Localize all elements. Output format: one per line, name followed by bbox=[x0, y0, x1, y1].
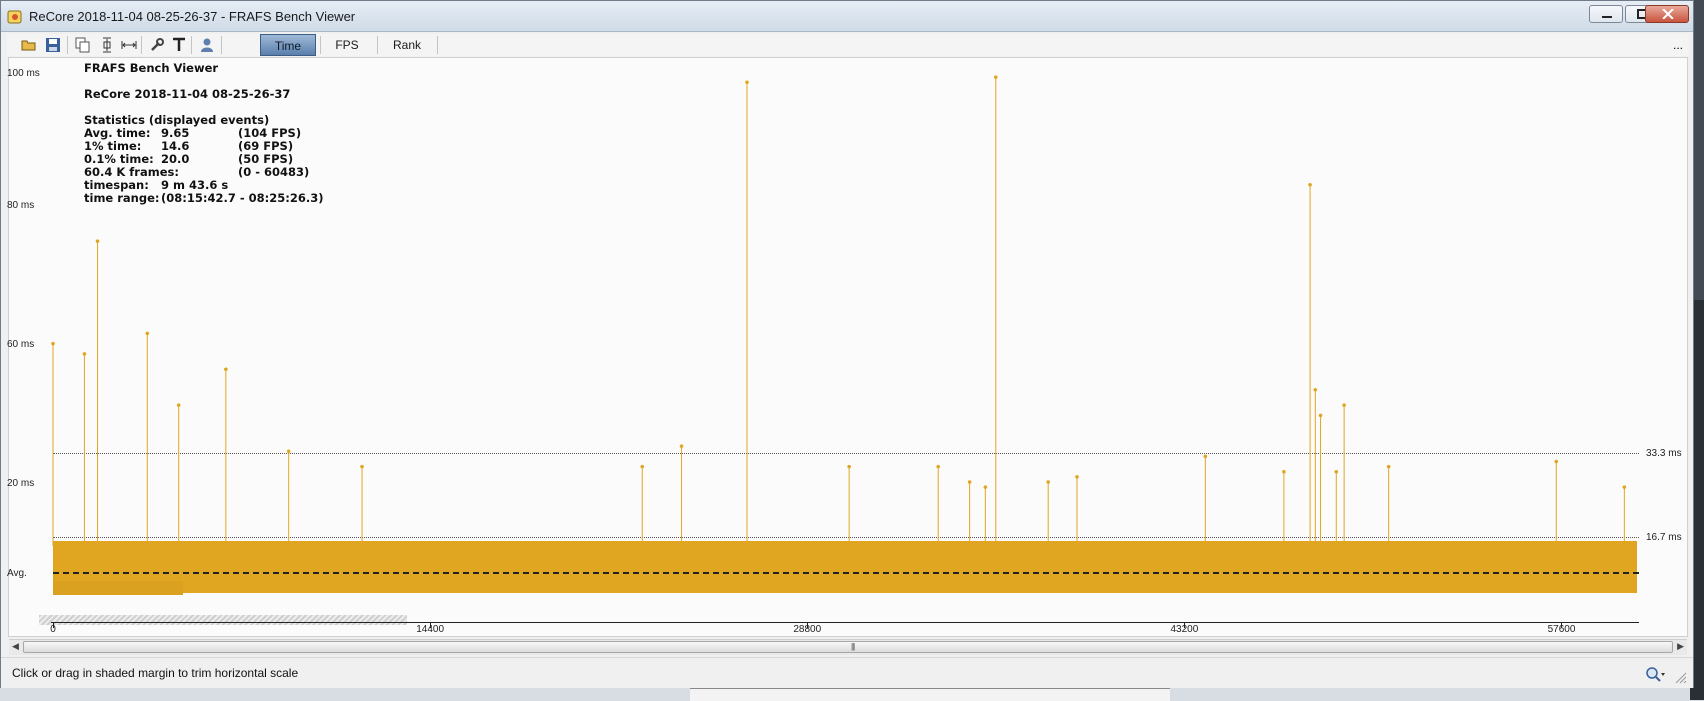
spike-point bbox=[176, 403, 181, 407]
app-window: ReCore 2018-11-04 08-25-26-37 - FRAFS Be… bbox=[0, 0, 1694, 688]
x-tick-label: 0 bbox=[50, 624, 56, 635]
zoom-icon[interactable] bbox=[1645, 666, 1665, 682]
spike-point bbox=[82, 352, 87, 356]
resize-grip-icon[interactable] bbox=[1675, 672, 1687, 684]
spike-point bbox=[360, 464, 364, 469]
scroll-left-icon[interactable]: ◀ bbox=[12, 641, 19, 652]
spike-point bbox=[640, 464, 645, 469]
spike-point bbox=[1313, 387, 1318, 392]
x-tick-label: 43200 bbox=[1170, 624, 1199, 635]
spike-point bbox=[1334, 469, 1339, 474]
status-message: Click or drag in shaded margin to trim h… bbox=[12, 666, 299, 680]
status-bar: Click or drag in shaded margin to trim h… bbox=[1, 657, 1693, 688]
spike-point bbox=[1075, 475, 1079, 479]
spike-point bbox=[95, 239, 100, 243]
spike-point bbox=[1622, 485, 1627, 489]
spike-point bbox=[1386, 464, 1391, 469]
spike-point bbox=[967, 480, 972, 484]
trim-margin[interactable] bbox=[39, 615, 407, 625]
x-tick-label: 14400 bbox=[416, 624, 445, 635]
scrollbar-thumb[interactable] bbox=[23, 641, 1673, 653]
spike-point bbox=[745, 80, 749, 85]
x-tick-label: 57600 bbox=[1547, 624, 1576, 635]
spike-point bbox=[1046, 480, 1050, 484]
spike-point bbox=[286, 449, 291, 454]
x-axis bbox=[51, 622, 1639, 623]
spike-point bbox=[936, 464, 940, 469]
scroll-right-icon[interactable]: ▶ bbox=[1677, 641, 1684, 652]
spike-point bbox=[224, 367, 228, 372]
spike-point bbox=[1308, 182, 1312, 187]
spike-point bbox=[983, 485, 988, 489]
spike-point bbox=[679, 444, 684, 448]
spike-point bbox=[1203, 454, 1208, 459]
horizontal-scrollbar[interactable]: ◀ ||| ▶ bbox=[9, 639, 1687, 655]
spike-point bbox=[1282, 469, 1286, 474]
spike-point bbox=[51, 341, 55, 346]
spike-point bbox=[1554, 459, 1559, 464]
spike-point bbox=[1342, 403, 1346, 407]
spike-point bbox=[994, 75, 998, 79]
spike-point bbox=[847, 464, 851, 469]
frame-time-spikes bbox=[51, 75, 1627, 546]
x-tick-label: 28800 bbox=[793, 624, 822, 635]
scroll-grip-icon: ||| bbox=[851, 642, 855, 651]
spike-point bbox=[145, 331, 150, 336]
spike-point bbox=[1318, 413, 1323, 418]
